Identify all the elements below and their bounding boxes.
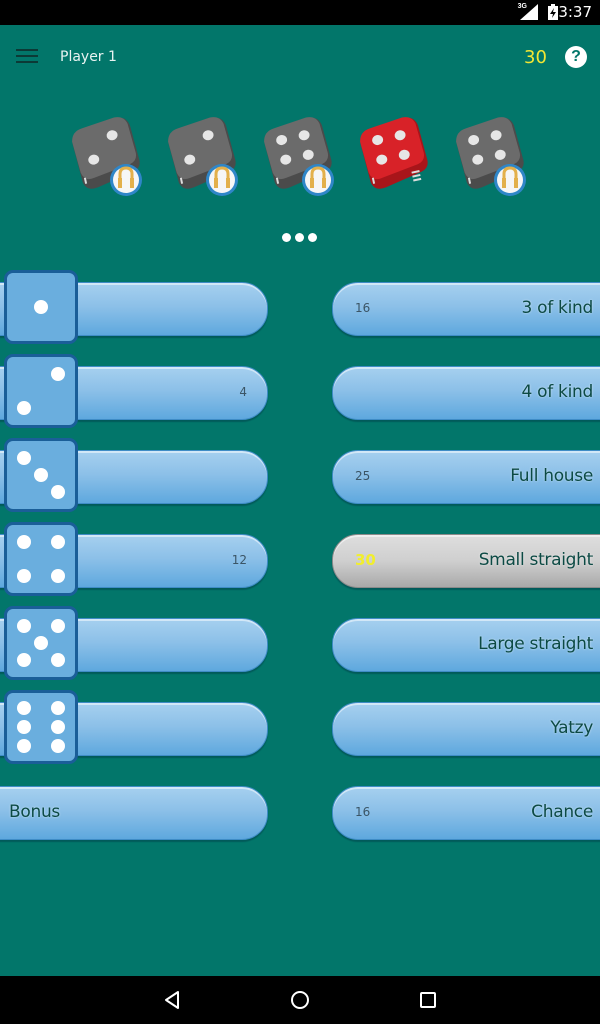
lower-score-4-of-kind[interactable]: 4 of kind — [332, 366, 600, 420]
die-3[interactable] — [258, 115, 338, 200]
pip — [17, 653, 31, 667]
category-label: Small straight — [478, 550, 594, 570]
die-face-4-icon — [4, 522, 78, 596]
upper-score-bonus[interactable]: Bonus — [0, 786, 268, 840]
lower-score-full-house[interactable]: 25 Full house — [332, 450, 600, 504]
pip — [17, 401, 31, 415]
category-label: Chance — [531, 802, 593, 822]
pip — [51, 739, 65, 754]
pip — [34, 636, 48, 650]
navigation-bar — [0, 976, 600, 1024]
pip — [17, 619, 31, 633]
score-value: 25 — [355, 469, 371, 483]
pip — [34, 468, 48, 482]
category-label: Large straight — [478, 634, 593, 654]
clock: 3:37 — [558, 3, 592, 21]
battery-charging-icon — [548, 4, 558, 20]
lock-icon — [110, 164, 142, 196]
pip — [51, 367, 65, 381]
die-face-6-icon — [4, 690, 78, 764]
pip — [51, 535, 65, 549]
recents-icon[interactable] — [416, 988, 440, 1012]
die-2[interactable] — [162, 115, 242, 200]
pip — [51, 700, 65, 715]
home-icon[interactable] — [288, 988, 312, 1012]
lower-score-small-straight[interactable]: 30 Small straight — [332, 534, 600, 588]
category-label: Full house — [510, 466, 593, 486]
pip — [51, 720, 65, 734]
category-label: Bonus — [9, 802, 60, 822]
hamburger-menu-icon[interactable] — [16, 49, 38, 65]
pip — [51, 485, 65, 499]
die-5[interactable] — [450, 115, 530, 200]
pip — [51, 619, 65, 633]
player-name: Player 1 — [60, 49, 117, 65]
pip — [17, 535, 31, 549]
category-label: 4 of kind — [521, 382, 594, 402]
pip — [51, 653, 65, 667]
lower-score-3-of-kind[interactable]: 16 3 of kind — [332, 282, 600, 336]
lower-score-yatzy[interactable]: Yatzy — [332, 702, 600, 756]
score-value: 16 — [355, 301, 371, 315]
score-value: 4 — [239, 385, 247, 399]
roll-counter-dots — [282, 233, 322, 243]
help-question-icon[interactable]: ? — [565, 46, 587, 68]
app-bar: Player 1 30 ? — [0, 25, 600, 89]
current-score: 30 — [524, 47, 547, 68]
score-value: 30 — [355, 551, 376, 569]
roll-dot — [295, 233, 304, 242]
pip — [17, 720, 31, 734]
die-face-5-icon — [4, 606, 78, 680]
rolled-dice — [0, 115, 600, 205]
category-label: Yatzy — [550, 718, 593, 738]
lock-icon — [494, 164, 526, 196]
pip — [51, 569, 65, 583]
die-face-2-icon — [4, 354, 78, 428]
pip — [17, 569, 31, 583]
pip — [34, 300, 48, 314]
lock-icon — [206, 164, 238, 196]
pip — [17, 739, 31, 754]
pip — [17, 700, 31, 715]
back-icon[interactable] — [160, 988, 184, 1012]
lower-score-chance[interactable]: 16 Chance — [332, 786, 600, 840]
roll-dot — [308, 233, 317, 242]
cell-signal-icon — [520, 4, 538, 20]
die-4[interactable] — [354, 115, 434, 200]
die-face-1-icon — [4, 270, 78, 344]
die-1[interactable] — [66, 115, 146, 200]
category-label: 3 of kind — [521, 298, 594, 318]
score-value: 12 — [231, 553, 247, 567]
score-value: 16 — [355, 805, 371, 819]
pip — [17, 451, 31, 465]
lock-icon — [302, 164, 334, 196]
lower-score-large-straight[interactable]: Large straight — [332, 618, 600, 672]
die-face-3-icon — [4, 438, 78, 512]
status-bar: 3G 3:37 — [0, 0, 600, 25]
roll-dot — [282, 233, 291, 242]
